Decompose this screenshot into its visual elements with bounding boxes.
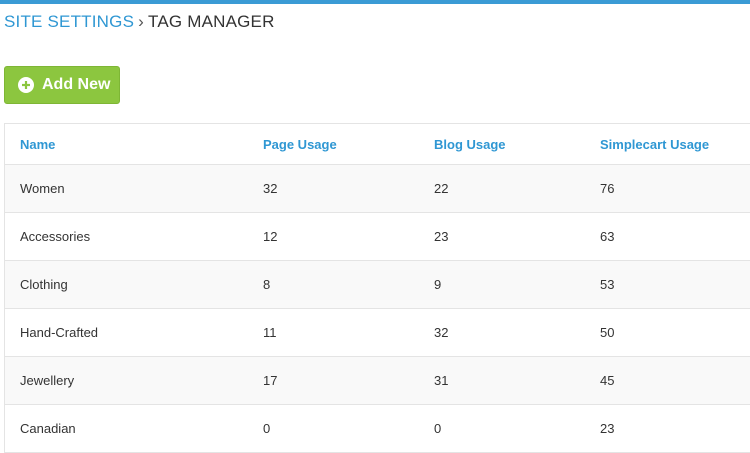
breadcrumb-separator: › (138, 12, 144, 31)
table-row[interactable]: Women 32 22 76 (5, 164, 750, 213)
blog-usage-cell: 23 (434, 212, 600, 261)
simplecart-usage-cell: 53 (600, 260, 750, 309)
blog-usage-cell: 9 (434, 260, 600, 309)
column-header-simplecart-usage[interactable]: Simplecart Usage (600, 124, 750, 165)
column-header-page-usage[interactable]: Page Usage (263, 124, 434, 165)
add-new-button[interactable]: Add New (4, 66, 120, 104)
page-usage-cell: 32 (263, 164, 434, 213)
page-usage-cell: 17 (263, 356, 434, 405)
page-title: TAG MANAGER (148, 12, 275, 31)
tag-name-cell: Hand-Crafted (5, 308, 263, 357)
simplecart-usage-cell: 76 (600, 164, 750, 213)
add-new-label: Add New (42, 76, 111, 93)
table-row[interactable]: Accessories 12 23 63 (5, 212, 750, 261)
blog-usage-cell: 0 (434, 404, 600, 453)
simplecart-usage-cell: 50 (600, 308, 750, 357)
page-usage-cell: 11 (263, 308, 434, 357)
page-usage-cell: 0 (263, 404, 434, 453)
tag-table: Name Page Usage Blog Usage Simplecart Us… (5, 124, 750, 453)
column-header-name[interactable]: Name (5, 124, 263, 165)
plus-circle-icon (18, 77, 34, 93)
tag-name-cell: Clothing (5, 260, 263, 309)
table-row[interactable]: Hand-Crafted 11 32 50 (5, 308, 750, 357)
tag-table-container: Name Page Usage Blog Usage Simplecart Us… (4, 123, 750, 453)
table-row[interactable]: Clothing 8 9 53 (5, 260, 750, 309)
blog-usage-cell: 22 (434, 164, 600, 213)
simplecart-usage-cell: 23 (600, 404, 750, 453)
page-usage-cell: 12 (263, 212, 434, 261)
blog-usage-cell: 31 (434, 356, 600, 405)
table-header-row: Name Page Usage Blog Usage Simplecart Us… (5, 124, 750, 165)
tag-name-cell: Accessories (5, 212, 263, 261)
column-header-blog-usage[interactable]: Blog Usage (434, 124, 600, 165)
breadcrumb: SITE SETTINGS › TAG MANAGER (4, 12, 275, 32)
tag-name-cell: Jewellery (5, 356, 263, 405)
page-usage-cell: 8 (263, 260, 434, 309)
table-row[interactable]: Jewellery 17 31 45 (5, 356, 750, 405)
blog-usage-cell: 32 (434, 308, 600, 357)
tag-name-cell: Canadian (5, 404, 263, 453)
simplecart-usage-cell: 45 (600, 356, 750, 405)
simplecart-usage-cell: 63 (600, 212, 750, 261)
top-accent-bar (0, 0, 750, 4)
table-row[interactable]: Canadian 0 0 23 (5, 404, 750, 453)
tag-name-cell: Women (5, 164, 263, 213)
breadcrumb-site-settings-link[interactable]: SITE SETTINGS (4, 12, 134, 31)
